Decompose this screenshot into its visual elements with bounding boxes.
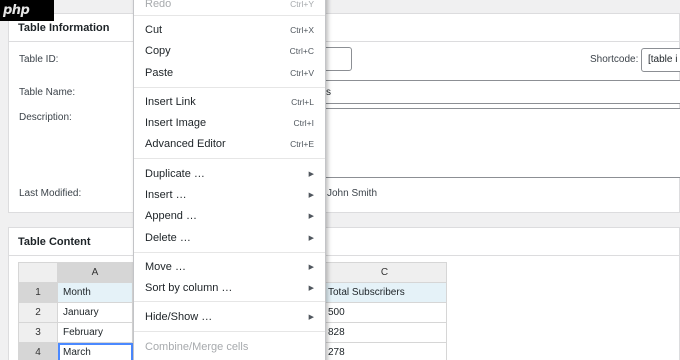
submenu-arrow-icon: ▶ xyxy=(308,263,314,271)
menu-item-shortcut: Ctrl+Y xyxy=(290,0,314,9)
menu-item-label: Move … xyxy=(145,260,186,273)
menu-item-shortcut: Ctrl+L xyxy=(291,96,314,107)
menu-item-label: Sort by column … xyxy=(145,281,233,294)
table-content-title: Table Content xyxy=(9,228,679,256)
menu-separator xyxy=(134,87,325,88)
shortcode-field[interactable]: [table i xyxy=(641,48,680,72)
menu-item-shortcut: Ctrl+E xyxy=(290,138,314,149)
menu-item-shortcut: Ctrl+X xyxy=(290,24,314,35)
table-information-title: Table Information xyxy=(9,14,679,42)
menu-item-label: Cut xyxy=(145,23,163,36)
menu-item-label: Insert Image xyxy=(145,116,207,129)
menu-item-combine-merge-cells: Combine/Merge cells xyxy=(134,336,325,357)
table-name-value: s xyxy=(326,87,331,98)
column-header-a[interactable]: A xyxy=(57,262,133,283)
menu-item-label: Insert Link xyxy=(145,95,196,108)
last-modified-user: John Smith xyxy=(327,188,378,199)
menu-separator xyxy=(134,15,325,16)
menu-item-insert-link[interactable]: Insert Link Ctrl+L xyxy=(134,91,325,112)
table-id-label: Table ID: xyxy=(19,54,59,65)
menu-separator xyxy=(134,158,325,159)
table-cell[interactable]: 278 xyxy=(322,342,447,360)
description-label: Description: xyxy=(19,112,72,123)
context-menu: Redo Ctrl+Y Cut Ctrl+X Copy Ctrl+C Paste… xyxy=(133,0,326,360)
table-cell[interactable]: January xyxy=(57,302,133,323)
menu-item-label: Paste xyxy=(145,66,174,79)
menu-separator xyxy=(134,252,325,253)
table-cell[interactable]: 828 xyxy=(322,322,447,343)
menu-item-label: Duplicate … xyxy=(145,167,205,180)
menu-separator xyxy=(134,301,325,302)
menu-item-duplicate[interactable]: Duplicate … ▶ xyxy=(134,163,325,184)
shortcode-label: Shortcode: xyxy=(590,54,639,65)
last-modified-label: Last Modified: xyxy=(19,188,82,199)
menu-item-label: Delete … xyxy=(145,231,191,244)
row-header[interactable]: 2 xyxy=(18,302,58,323)
menu-item-copy[interactable]: Copy Ctrl+C xyxy=(134,40,325,61)
menu-item-advanced-editor[interactable]: Advanced Editor Ctrl+E xyxy=(134,133,325,154)
menu-item-paste[interactable]: Paste Ctrl+V xyxy=(134,62,325,83)
table-name-label: Table Name: xyxy=(19,87,76,98)
menu-item-cut[interactable]: Cut Ctrl+X xyxy=(134,19,325,40)
menu-item-label: Combine/Merge cells xyxy=(145,340,249,353)
menu-item-label: Redo xyxy=(145,0,172,10)
column-header-c[interactable]: C xyxy=(322,262,447,283)
description-textarea[interactable] xyxy=(320,108,680,178)
active-table-cell[interactable]: March xyxy=(57,342,133,360)
submenu-arrow-icon: ▶ xyxy=(308,234,314,242)
menu-item-shortcut: Ctrl+C xyxy=(289,45,314,56)
logo-text: php xyxy=(3,3,30,18)
menu-item-move[interactable]: Move … ▶ xyxy=(134,256,325,277)
menu-item-delete[interactable]: Delete … ▶ xyxy=(134,227,325,248)
menu-item-shortcut: Ctrl+V xyxy=(290,67,314,78)
row-header[interactable]: 1 xyxy=(18,282,58,303)
menu-item-label: Append … xyxy=(145,209,197,222)
php-logo: php xyxy=(0,0,54,21)
menu-separator xyxy=(134,331,325,332)
table-cell[interactable]: Month xyxy=(57,282,133,303)
menu-item-insert-image[interactable]: Insert Image Ctrl+I xyxy=(134,112,325,133)
table-cell[interactable]: 500 xyxy=(322,302,447,323)
table-cell[interactable]: Total Subscribers xyxy=(322,282,447,303)
submenu-arrow-icon: ▶ xyxy=(308,313,314,321)
menu-item-label: Hide/Show … xyxy=(145,310,213,323)
menu-item-redo: Redo Ctrl+Y xyxy=(134,0,325,14)
submenu-arrow-icon: ▶ xyxy=(308,284,314,292)
submenu-arrow-icon: ▶ xyxy=(308,191,314,199)
submenu-arrow-icon: ▶ xyxy=(308,212,314,220)
menu-item-label: Advanced Editor xyxy=(145,137,226,150)
menu-item-sort-by-column[interactable]: Sort by column … ▶ xyxy=(134,277,325,298)
submenu-arrow-icon: ▶ xyxy=(308,170,314,178)
row-header[interactable]: 3 xyxy=(18,322,58,343)
menu-item-label: Insert … xyxy=(145,188,187,201)
table-cell[interactable]: February xyxy=(57,322,133,343)
menu-item-append[interactable]: Append … ▶ xyxy=(134,205,325,226)
table-name-input[interactable]: s xyxy=(320,80,680,104)
menu-item-hide-show[interactable]: Hide/Show … ▶ xyxy=(134,306,325,327)
menu-item-insert[interactable]: Insert … ▶ xyxy=(134,184,325,205)
grid-corner[interactable] xyxy=(18,262,58,283)
row-header[interactable]: 4 xyxy=(18,342,58,360)
menu-item-shortcut: Ctrl+I xyxy=(293,117,314,128)
menu-item-label: Copy xyxy=(145,44,171,57)
